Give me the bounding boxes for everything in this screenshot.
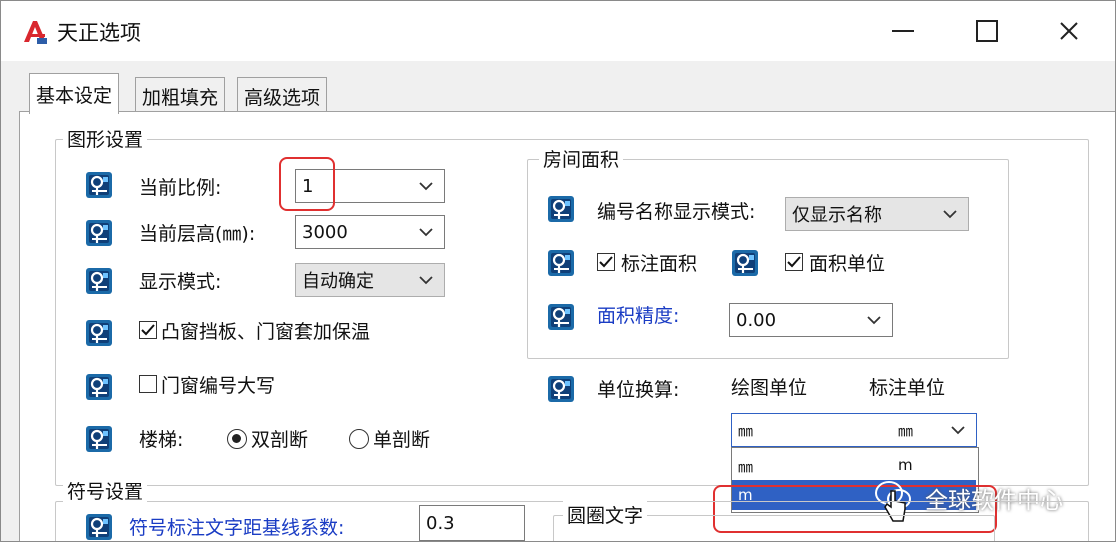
unit-conversion-combo[interactable]: ㎜ ㎜ (731, 413, 977, 447)
title-bar: 天正选项 (1, 1, 1115, 61)
symbol-offset-input[interactable]: 0.3 (419, 505, 525, 541)
door-uppercase-label: 门窗编号大写 (161, 375, 276, 397)
checkmark-icon (787, 256, 801, 268)
window-title: 天正选项 (57, 21, 141, 45)
area-precision-value: 0.00 (736, 309, 777, 331)
floor-height-label: 当前层高(㎜): (139, 223, 256, 245)
circle-text-title: 圆圈文字 (563, 501, 648, 528)
maximize-button[interactable] (959, 9, 1015, 53)
tangent-setting-icon (547, 303, 575, 331)
area-precision-label: 面积精度: (597, 305, 680, 327)
stair-double-radio[interactable] (227, 429, 247, 449)
tangent-setting-icon (547, 375, 575, 403)
checkmark-icon (141, 324, 155, 336)
close-icon (1060, 22, 1078, 40)
tab-basic-settings[interactable]: 基本设定 (29, 73, 120, 114)
chevron-down-icon (942, 206, 958, 222)
unit-conversion-label: 单位换算: (597, 379, 680, 401)
minimize-button[interactable] (875, 9, 931, 53)
chevron-down-icon (418, 224, 434, 240)
tab-advanced[interactable]: 高级选项 (237, 77, 328, 114)
symbol-offset-value: 0.3 (426, 512, 455, 534)
tangent-setting-icon (547, 195, 575, 223)
display-mode-combo[interactable]: 自动确定 (295, 263, 445, 297)
tangent-setting-icon (85, 267, 113, 295)
tab-bold-fill[interactable]: 加粗填充 (135, 77, 226, 114)
floor-height-value: 3000 (302, 221, 348, 243)
tangent-setting-icon (85, 319, 113, 347)
scale-highlight (279, 157, 335, 211)
display-mode-label: 显示模式: (139, 271, 222, 293)
stair-label: 楼梯: (139, 429, 184, 451)
tangent-setting-icon (85, 425, 113, 453)
tangent-setting-icon (547, 249, 575, 277)
dropdown-option[interactable]: ㎜ m (732, 450, 976, 480)
tangent-setting-icon (85, 219, 113, 247)
stair-single-label: 单剖断 (373, 429, 431, 451)
bay-window-checkbox[interactable] (139, 321, 157, 339)
room-area-title: 房间面积 (539, 145, 624, 172)
tangent-setting-icon (85, 171, 113, 199)
scale-label: 当前比例: (139, 177, 222, 199)
stair-double-label: 双剖断 (251, 429, 309, 451)
chevron-down-icon (866, 312, 882, 328)
option-right-text: m (898, 456, 913, 474)
bay-window-label: 凸窗挡板、门窗套加保温 (161, 321, 371, 343)
drawing-unit-label: 绘图单位 (731, 377, 808, 399)
unit-left-value: ㎜ (738, 421, 754, 440)
mark-unit-label: 标注单位 (869, 377, 946, 399)
unit-right-value: ㎜ (898, 421, 914, 440)
tangent-setting-icon (85, 373, 113, 401)
tangent-app-icon (21, 18, 49, 46)
tab-label: 基本设定 (36, 84, 113, 107)
chevron-down-icon (418, 178, 434, 194)
chevron-down-icon (418, 272, 434, 288)
minimize-icon (892, 30, 914, 32)
chevron-down-icon (950, 422, 966, 438)
tangent-setting-icon (731, 249, 759, 277)
area-precision-combo[interactable]: 0.00 (729, 303, 893, 337)
graphics-settings-title: 图形设置 (63, 125, 148, 152)
close-button[interactable] (1041, 9, 1097, 53)
display-mode-name-label: 编号名称显示模式: (597, 201, 756, 223)
mark-area-checkbox[interactable] (597, 253, 615, 271)
floor-height-combo[interactable]: 3000 (295, 215, 445, 249)
name-display-value: 仅显示名称 (792, 205, 882, 226)
mark-area-label: 标注面积 (621, 253, 698, 275)
symbol-settings-title: 符号设置 (63, 477, 148, 504)
dialog-window: 天正选项 基本设定 加粗填充 高级选项 图形设置 当前比例: 1 当前层高(㎜)… (0, 0, 1116, 542)
tangent-setting-icon (85, 513, 113, 541)
tab-label: 加粗填充 (142, 86, 219, 109)
option-left-text: ㎜ (738, 458, 754, 476)
area-unit-label: 面积单位 (809, 253, 886, 275)
name-display-combo[interactable]: 仅显示名称 (785, 197, 969, 231)
area-unit-checkbox[interactable] (785, 253, 803, 271)
stair-single-radio[interactable] (349, 429, 369, 449)
door-uppercase-checkbox[interactable] (139, 375, 157, 393)
maximize-icon (976, 20, 998, 42)
display-mode-value: 自动确定 (302, 271, 374, 292)
symbol-offset-label: 符号标注文字距基线系数: (129, 517, 345, 539)
tab-label: 高级选项 (244, 86, 321, 109)
checkmark-icon (599, 256, 613, 268)
